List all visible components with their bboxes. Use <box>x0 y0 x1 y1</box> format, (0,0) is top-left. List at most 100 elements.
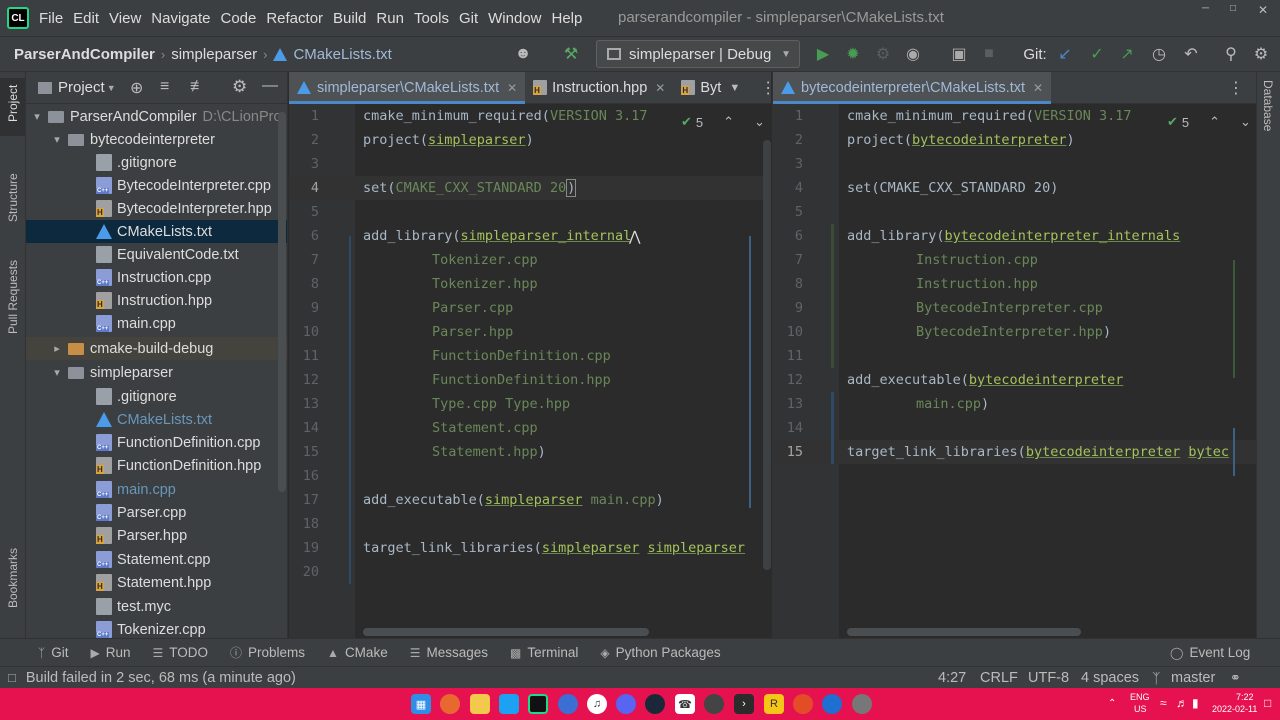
build-hammer-icon[interactable]: ⚒ <box>560 43 582 65</box>
menu-help[interactable]: Help <box>552 10 583 27</box>
locate-icon[interactable]: ⊕ <box>130 78 143 98</box>
code-line[interactable]: Type.cpp Type.hpp <box>432 396 570 412</box>
left-editor-hscroll[interactable] <box>363 628 649 636</box>
tree-row[interactable]: BytecodeInterpreter.cpp <box>26 174 287 197</box>
clock-date[interactable]: 2022-02-11 <box>1212 704 1257 714</box>
debug-icon[interactable]: ✹ <box>842 43 864 65</box>
chevron-down-icon[interactable]: ⌄ <box>754 114 765 130</box>
run-configuration-select[interactable]: simpleparser | Debug ▼ <box>596 40 800 68</box>
tree-row[interactable]: .gitignore <box>26 385 287 408</box>
indent-setting[interactable]: 4 spaces <box>1081 670 1139 686</box>
github-icon[interactable] <box>704 694 724 714</box>
menu-run[interactable]: Run <box>376 10 404 27</box>
code-line[interactable]: cmake_minimum_required(VERSION 3.17 <box>363 108 647 124</box>
restore-icon[interactable]: □ <box>1230 3 1236 14</box>
code-line[interactable]: main.cpp) <box>916 396 989 412</box>
code-line[interactable]: Tokenizer.hpp <box>432 276 538 292</box>
code-line[interactable]: Statement.cpp <box>432 420 538 436</box>
stop-icon[interactable]: ■ <box>978 43 1000 65</box>
chevron-up-icon[interactable]: ⌃ <box>723 114 734 130</box>
notifications-icon[interactable]: □ <box>1264 696 1271 710</box>
user-icon[interactable]: ☻ <box>512 43 534 65</box>
breadcrumb-file[interactable]: CMakeLists.txt <box>293 46 391 63</box>
search-icon[interactable]: ⚲ <box>1220 43 1242 65</box>
tree-row[interactable]: FunctionDefinition.cpp <box>26 431 287 454</box>
firefox-icon[interactable] <box>440 694 460 714</box>
git-push-icon[interactable]: ↗ <box>1116 43 1138 65</box>
discord-icon[interactable] <box>616 694 636 714</box>
expand-all-icon[interactable]: ≢ <box>190 78 206 96</box>
tool-cmake[interactable]: ▲ CMake <box>327 645 388 660</box>
inspection-widget[interactable]: ✔ 5 ⌃ ⌄ <box>681 114 765 130</box>
breadcrumb-project[interactable]: ParserAndCompiler <box>14 46 155 63</box>
app-icon[interactable] <box>822 694 842 714</box>
tool-terminal[interactable]: ▩ Terminal <box>510 645 578 660</box>
menu-window[interactable]: Window <box>488 10 541 27</box>
right-editor-hscroll[interactable] <box>847 628 1081 636</box>
tool-run[interactable]: ▶ Run <box>90 645 130 660</box>
code-line[interactable]: Tokenizer.cpp <box>432 252 538 268</box>
chevron-right-icon[interactable]: ▸ <box>50 342 64 355</box>
menu-build[interactable]: Build <box>333 10 366 27</box>
tool-event-log[interactable]: ◯ Event Log <box>1170 645 1250 660</box>
chevron-down-icon[interactable]: ▼ <box>107 83 116 93</box>
browser-icon[interactable] <box>793 694 813 714</box>
tree-row-selected[interactable]: CMakeLists.txt <box>26 220 287 243</box>
tree-row[interactable]: Instruction.cpp <box>26 266 287 289</box>
more-options-icon[interactable]: ⋮ <box>760 78 771 98</box>
code-line[interactable]: BytecodeInterpreter.hpp) <box>916 324 1111 340</box>
code-line[interactable]: Parser.hpp <box>432 324 513 340</box>
clion-taskbar-icon[interactable] <box>528 694 548 714</box>
project-panel-title[interactable]: Project <box>58 79 105 96</box>
tree-row[interactable]: FunctionDefinition.hpp <box>26 454 287 477</box>
stripe-structure[interactable]: Structure <box>6 173 20 222</box>
code-line[interactable]: project(simpleparser) <box>363 132 534 148</box>
clock-time[interactable]: 7:22 <box>1236 692 1254 702</box>
tree-row[interactable]: CMakeLists.txt <box>26 408 287 431</box>
menu-view[interactable]: View <box>109 10 141 27</box>
terminal-app-icon[interactable]: › <box>734 694 754 714</box>
stripe-database[interactable]: Database <box>1261 80 1275 131</box>
code-line[interactable]: BytecodeInterpreter.cpp <box>916 300 1103 316</box>
code-line[interactable]: set(CMAKE_CXX_STANDARD 20) <box>363 179 577 197</box>
tool-git[interactable]: ᛉ Git <box>38 645 68 660</box>
twitter-icon[interactable] <box>499 694 519 714</box>
tab-bytecodeinterpreter-cmakelists[interactable]: bytecodeinterpreter\CMakeLists.txt ✕ <box>773 72 1052 104</box>
profile-icon[interactable]: ⚙ <box>872 43 894 65</box>
tool-problems[interactable]: ⓘ Problems <box>230 644 305 661</box>
breadcrumb-folder[interactable]: simpleparser <box>171 46 257 63</box>
code-line[interactable]: project(bytecodeinterpreter) <box>847 132 1075 148</box>
code-line[interactable]: Instruction.hpp <box>916 276 1038 292</box>
tree-row[interactable]: test.myc <box>26 595 287 618</box>
settings-icon[interactable]: ⚙ <box>1250 43 1272 65</box>
tree-row[interactable]: Tokenizer.cpp <box>26 618 287 638</box>
stripe-project[interactable]: Project <box>6 85 20 122</box>
line-separator[interactable]: CRLF <box>980 670 1018 686</box>
menu-edit[interactable]: Edit <box>73 10 99 27</box>
gear-icon[interactable]: ⚙ <box>232 77 247 97</box>
code-line[interactable]: target_link_libraries(bytecodeinterprete… <box>847 444 1229 460</box>
tool-messages[interactable]: ☰ Messages <box>410 645 488 660</box>
stripe-pull-requests[interactable]: Pull Requests <box>6 260 20 334</box>
chevron-down-icon[interactable]: ▾ <box>50 366 64 379</box>
maps-icon[interactable] <box>558 694 578 714</box>
lock-icon[interactable]: ⚭ <box>1230 670 1241 686</box>
steam-icon[interactable] <box>645 694 665 714</box>
inspection-widget[interactable]: ✔ 5 ⌃ ⌄ <box>1167 114 1251 130</box>
more-options-icon[interactable]: ⋮ <box>1228 78 1244 98</box>
obs-icon[interactable] <box>852 694 872 714</box>
tool-todo[interactable]: ☰ TODO <box>152 645 208 660</box>
hide-panel-icon[interactable]: — <box>262 77 278 95</box>
collapse-all-icon[interactable]: ≡ <box>160 78 169 96</box>
tab-simpleparser-cmakelists[interactable]: simpleparser\CMakeLists.txt ✕ <box>289 72 526 104</box>
tree-row[interactable]: EquivalentCode.txt <box>26 243 287 266</box>
music-icon[interactable]: ♫ <box>587 694 607 714</box>
tree-row[interactable]: ▸ cmake-build-debug <box>26 337 287 360</box>
battery-icon[interactable]: ▮ <box>1192 696 1199 710</box>
caret-position[interactable]: 4:27 <box>938 670 966 686</box>
r-app-icon[interactable]: R <box>764 694 784 714</box>
file-explorer-icon[interactable] <box>470 694 490 714</box>
chevron-down-icon[interactable]: ▾ <box>30 110 44 123</box>
tree-row[interactable]: Statement.cpp <box>26 548 287 571</box>
tab-truncated[interactable]: Byt <box>673 72 721 104</box>
